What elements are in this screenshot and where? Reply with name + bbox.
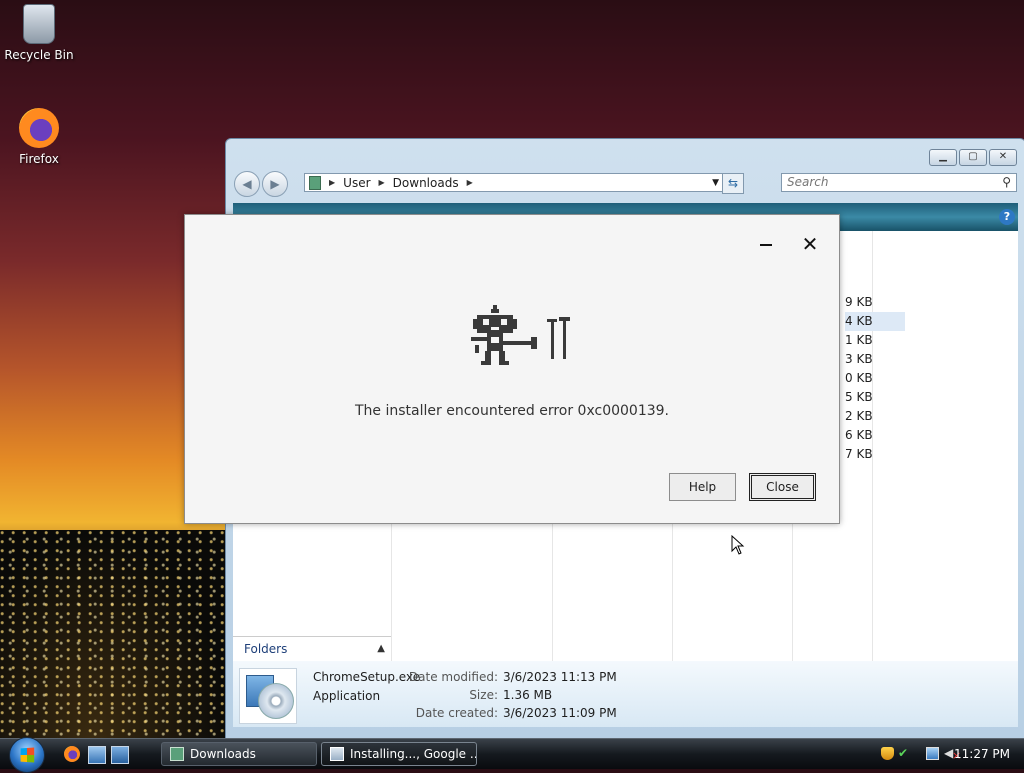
modified-label: Date modified: <box>408 670 498 684</box>
address-bar[interactable]: ▶ User ▶ Downloads ▶ ▼ ⇆ <box>304 173 744 194</box>
broken-robot-icon <box>471 305 570 365</box>
file-type: Application <box>313 689 381 703</box>
wallpaper-city-lights <box>0 530 230 740</box>
created-value: 3/6/2023 11:09 PM <box>503 706 617 720</box>
taskbar-item-label: Installing..., Google ... <box>350 747 477 761</box>
chevron-right-icon: ▶ <box>466 178 473 187</box>
clock[interactable]: 11:27 PM <box>954 739 1010 769</box>
firefox-icon[interactable] <box>64 746 80 762</box>
taskbar: Downloads Installing..., Google ... ✔ ◀ … <box>0 737 1024 773</box>
back-button[interactable]: ◀ <box>234 171 260 197</box>
refresh-icon[interactable]: ⇆ <box>722 173 744 194</box>
search-placeholder: Search <box>787 175 829 189</box>
chevron-down-icon[interactable]: ▼ <box>712 174 719 192</box>
size-column: 9 KB 4 KB 1 KB 3 KB 0 KB 5 KB 2 KB 6 KB … <box>845 293 905 464</box>
folders-toggle[interactable]: Folders ▲ <box>233 636 391 660</box>
help-button[interactable]: Help <box>669 473 736 501</box>
network-icon[interactable] <box>926 747 939 760</box>
firefox-icon <box>19 108 59 148</box>
folders-label: Folders <box>244 642 288 656</box>
size-cell: 5 KB <box>845 390 873 404</box>
window-controls: ▁ ▢ ✕ <box>929 149 1017 166</box>
mouse-cursor-icon <box>731 535 745 555</box>
close-button[interactable]: ✕ <box>989 149 1017 166</box>
size-cell: 2 KB <box>845 409 873 423</box>
desktop-icon-label: Firefox <box>19 152 59 166</box>
created-label: Date created: <box>415 706 498 720</box>
taskbar-item-label: Downloads <box>190 747 256 761</box>
desktop-icon-firefox[interactable]: Firefox <box>1 108 77 166</box>
size-cell: 6 KB <box>845 428 873 442</box>
application-installer-icon <box>239 668 297 724</box>
taskbar-item-installer[interactable]: Installing..., Google ... <box>321 742 477 766</box>
dialog-close-icon[interactable]: ✕ <box>801 234 819 254</box>
installer-error-dialog: ✕ The installer encountered error 0xc000… <box>184 214 840 524</box>
size-cell: 0 KB <box>845 371 873 385</box>
size-cell: 1 KB <box>845 333 873 347</box>
security-shield-icon[interactable] <box>881 747 894 760</box>
show-desktop-icon[interactable] <box>88 746 106 764</box>
switch-windows-icon[interactable] <box>111 746 129 764</box>
navigation-bar: ◀ ▶ ▶ User ▶ Downloads ▶ ▼ ⇆ Search ⚲ <box>234 171 1017 197</box>
recycle-bin-icon <box>23 4 55 44</box>
taskbar-item-downloads[interactable]: Downloads <box>161 742 317 766</box>
maximize-button[interactable]: ▢ <box>959 149 987 166</box>
search-input[interactable]: Search ⚲ <box>781 173 1017 192</box>
breadcrumb-item[interactable]: User <box>343 176 370 190</box>
size-value: 1.36 MB <box>503 688 553 702</box>
installer-icon <box>330 747 344 761</box>
size-cell: 9 KB <box>845 295 873 309</box>
checkmark-icon[interactable]: ✔ <box>898 747 911 760</box>
folder-icon <box>309 175 321 190</box>
breadcrumb-item[interactable]: Downloads <box>393 176 459 190</box>
size-cell: 7 KB <box>845 447 873 461</box>
close-button[interactable]: Close <box>749 473 816 501</box>
search-icon[interactable]: ⚲ <box>1002 174 1011 191</box>
system-tray: ✔ ◀ 11:27 PM <box>864 739 1024 769</box>
folder-icon <box>170 747 184 761</box>
error-message: The installer encountered error 0xc00001… <box>355 403 669 419</box>
details-pane: ChromeSetup.exe Application Date modifie… <box>233 661 1018 727</box>
chevron-right-icon: ▶ <box>329 178 336 187</box>
size-cell: 3 KB <box>845 352 873 366</box>
minimize-button[interactable]: ▁ <box>929 149 957 166</box>
cd-disc-shape <box>258 683 294 719</box>
forward-button[interactable]: ▶ <box>262 171 288 197</box>
chevron-right-icon: ▶ <box>378 178 385 187</box>
chevron-up-icon: ▲ <box>377 643 385 654</box>
desktop-icon-label: Recycle Bin <box>4 48 74 62</box>
help-icon[interactable]: ? <box>999 209 1015 225</box>
desktop-icon-recycle-bin[interactable]: Recycle Bin <box>1 4 77 62</box>
dialog-minimize-button[interactable] <box>758 235 774 253</box>
size-cell: 4 KB <box>845 312 905 331</box>
modified-value: 3/6/2023 11:13 PM <box>503 670 617 684</box>
size-label: Size: <box>469 688 498 702</box>
